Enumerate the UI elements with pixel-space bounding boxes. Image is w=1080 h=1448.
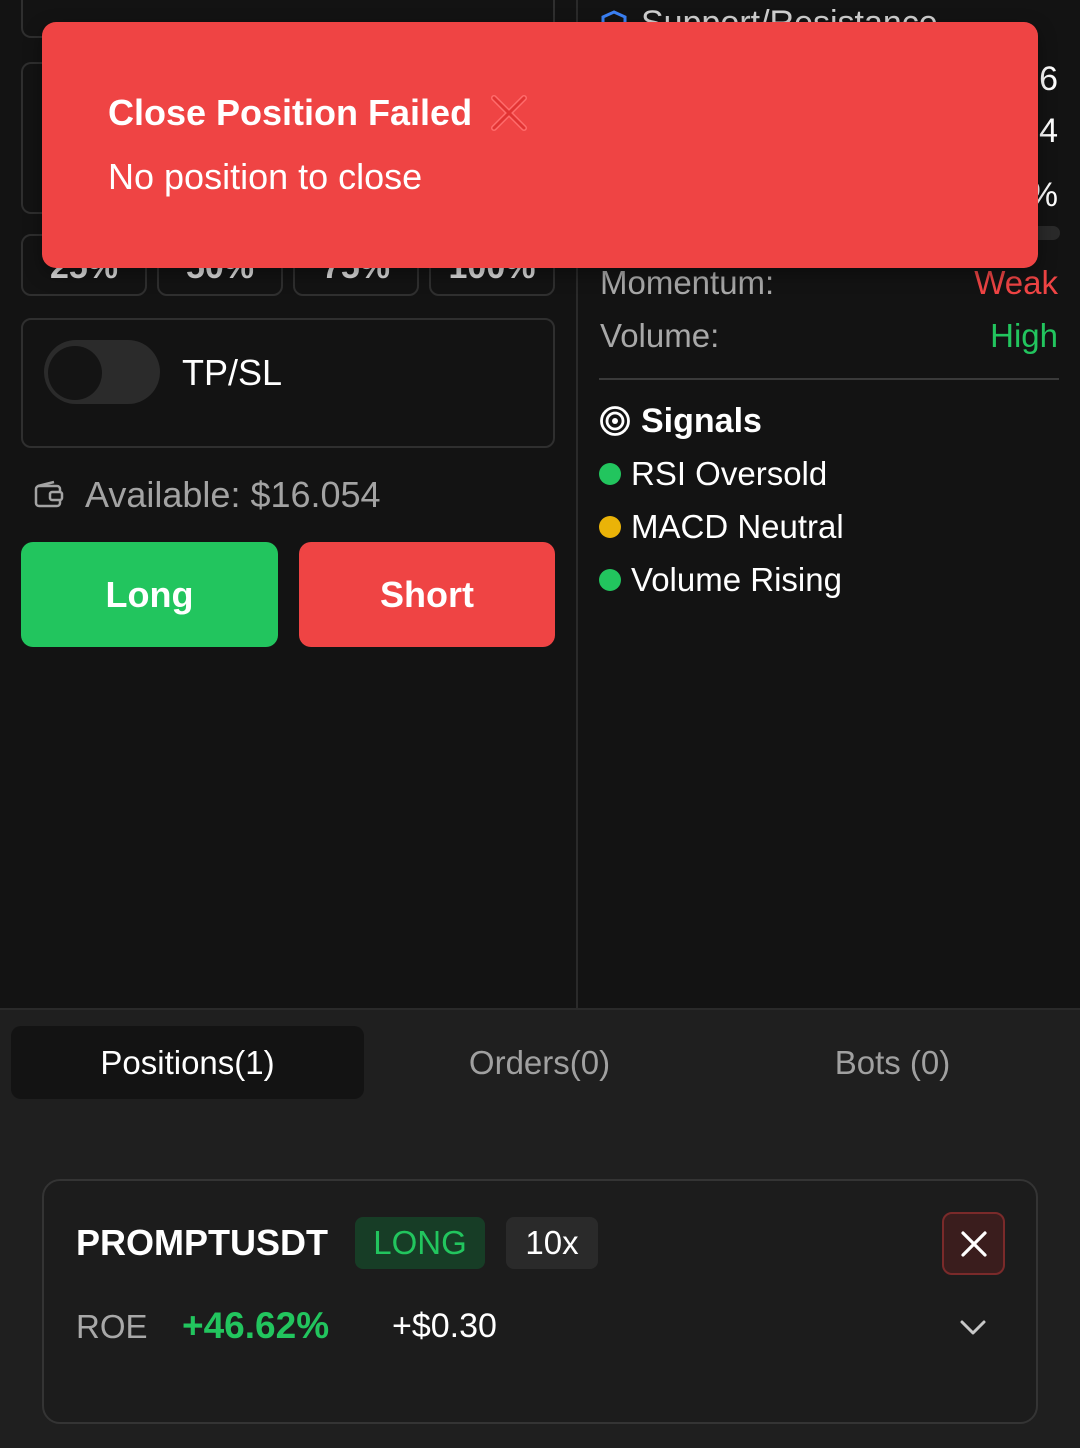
short-button[interactable]: Short <box>299 542 555 647</box>
volume-label: Volume: <box>600 317 720 354</box>
position-side-badge: LONG <box>355 1217 485 1269</box>
error-toast[interactable] <box>42 22 1038 268</box>
toast-title: Close Position Failed <box>108 92 473 133</box>
wallet-icon <box>34 480 64 508</box>
signal-macd: MACD Neutral <box>631 508 844 545</box>
position-symbol: PROMPTUSDT <box>76 1222 328 1263</box>
leverage-badge: 10x <box>506 1217 598 1269</box>
close-position-button[interactable] <box>942 1212 1005 1275</box>
roe-label: ROE <box>76 1308 148 1345</box>
signals-title: Signals <box>641 402 762 440</box>
signal-volume: Volume Rising <box>631 561 842 598</box>
roe-value: +46.62% <box>182 1305 330 1346</box>
momentum-value: Weak <box>974 264 1058 301</box>
cross-mark-icon <box>491 95 527 131</box>
section-divider <box>599 378 1059 380</box>
signal-dot-macd <box>599 516 621 538</box>
tab-positions[interactable]: Positions(1) <box>11 1026 364 1099</box>
signal-dot-rsi <box>599 463 621 485</box>
toast-message: No position to close <box>108 156 423 197</box>
target-icon <box>600 406 630 436</box>
position-card[interactable] <box>42 1179 1038 1424</box>
signal-dot-volume <box>599 569 621 591</box>
pnl-value: +$0.30 <box>392 1307 497 1345</box>
tpsl-toggle-knob <box>48 346 102 400</box>
chevron-down-icon[interactable] <box>958 1312 988 1342</box>
available-balance: Available: $16.054 <box>85 474 381 515</box>
support-value: 6 <box>1039 60 1058 98</box>
tpsl-label: TP/SL <box>182 352 283 393</box>
resistance-value: 4 <box>1039 112 1058 150</box>
signal-rsi: RSI Oversold <box>631 455 828 492</box>
tab-orders[interactable]: Orders(0) <box>363 1026 716 1099</box>
tab-bots[interactable]: Bots (0) <box>716 1026 1069 1099</box>
long-button[interactable]: Long <box>21 542 278 647</box>
close-icon <box>960 1230 987 1257</box>
momentum-label: Momentum: <box>600 264 775 301</box>
volume-value: High <box>990 317 1058 354</box>
